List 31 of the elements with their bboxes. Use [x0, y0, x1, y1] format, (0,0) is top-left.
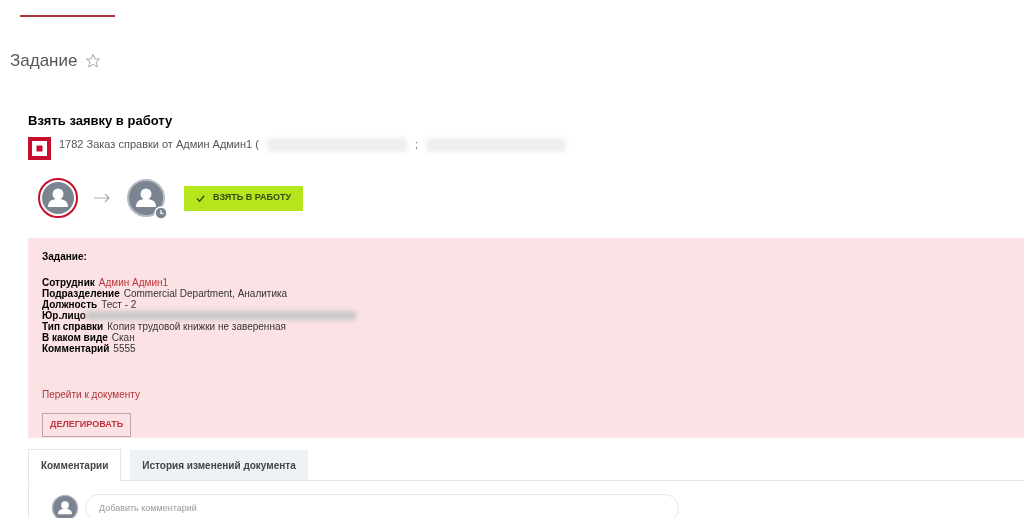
- logo-icon: [28, 137, 51, 160]
- field-value: 5555: [113, 343, 136, 354]
- field-label: Юр.лицо: [42, 310, 86, 321]
- field-value: Commercial Department, Аналитика: [123, 288, 288, 299]
- employee-link[interactable]: Админ Админ1: [98, 277, 169, 288]
- document-link[interactable]: Перейти к документу: [42, 387, 140, 402]
- field-label: Должность: [42, 299, 98, 310]
- delegate-button[interactable]: ДЕЛЕГИРОВАТЬ: [42, 413, 132, 437]
- star-icon[interactable]: [85, 52, 102, 69]
- tab[interactable]: Комментарии: [28, 449, 122, 481]
- arrow-icon: [93, 193, 111, 203]
- request-text: 1782 Заказ справки от Админ Админ1 (: [59, 137, 259, 153]
- tab[interactable]: История изменений документа: [130, 450, 308, 480]
- panel-heading: Задание:: [42, 250, 88, 264]
- field-value: Копия трудовой книжки не заверенная: [107, 321, 286, 332]
- assignee-avatar: [38, 178, 78, 218]
- user-avatar: [126, 178, 166, 218]
- clock-icon: [154, 206, 168, 220]
- field-label: Комментарий: [42, 343, 110, 354]
- check-icon: [196, 193, 205, 203]
- separator-text: ;: [414, 137, 418, 153]
- field-value: Тест - 2: [101, 299, 137, 310]
- field-value: Скан: [111, 332, 135, 343]
- task-title: Взять заявку в работу: [28, 111, 174, 130]
- take-to-work-button[interactable]: ВЗЯТЬ В РАБОТУ: [184, 185, 303, 211]
- field-label: Тип справки: [42, 321, 104, 332]
- comment-field[interactable]: Добавить комментарий: [85, 493, 679, 518]
- field-label: Сотрудник: [42, 277, 95, 288]
- field-label: В каком виде: [42, 332, 108, 343]
- field-label: Подразделение: [42, 288, 120, 299]
- page-title: Задание: [10, 50, 78, 72]
